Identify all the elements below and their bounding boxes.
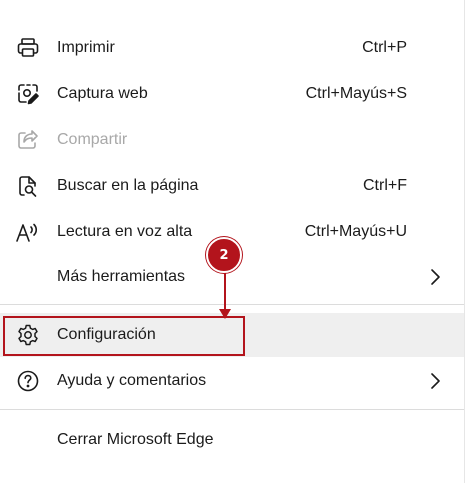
menu-item-label: Buscar en la página	[57, 177, 199, 194]
menu-item-label: Lectura en voz alta	[57, 223, 193, 240]
menu-item-shortcut: Ctrl+P	[362, 39, 407, 56]
help-icon	[14, 367, 42, 395]
menu-item-shortcut: Ctrl+Mayús+U	[304, 223, 407, 240]
menu-item-print[interactable]: Imprimir Ctrl+P	[0, 26, 464, 70]
menu-item-label: Ayuda y comentarios	[57, 372, 207, 389]
menu-divider	[0, 409, 464, 410]
annotation-step-badge: 2	[206, 237, 242, 273]
menu-item-label: Captura web	[57, 85, 148, 102]
menu-item-help-feedback[interactable]: Ayuda y comentarios	[0, 359, 464, 403]
menu-item-label: Cerrar Microsoft Edge	[57, 431, 214, 448]
menu-item-close-edge[interactable]: Cerrar Microsoft Edge	[0, 418, 464, 462]
annotation-arrow	[219, 271, 231, 319]
menu-item-find-in-page[interactable]: Buscar en la página Ctrl+F	[0, 164, 464, 208]
web-capture-icon	[14, 80, 42, 108]
menu-item-label: Más herramientas	[57, 268, 186, 285]
menu-item-web-capture[interactable]: Captura web Ctrl+Mayús+S	[0, 72, 464, 116]
share-icon	[14, 126, 42, 154]
menu-item-label: Imprimir	[57, 39, 115, 56]
menu-divider	[0, 304, 464, 305]
printer-icon	[14, 34, 42, 62]
read-aloud-icon	[14, 218, 42, 246]
chevron-right-icon	[431, 373, 440, 389]
annotation-highlight-box	[3, 316, 245, 356]
menu-item-share: Compartir	[0, 118, 464, 162]
chevron-right-icon	[431, 269, 440, 285]
menu-item-label: Compartir	[57, 131, 128, 148]
find-in-page-icon	[14, 172, 42, 200]
menu-item-shortcut: Ctrl+Mayús+S	[305, 85, 407, 102]
menu-item-shortcut: Ctrl+F	[363, 177, 407, 194]
